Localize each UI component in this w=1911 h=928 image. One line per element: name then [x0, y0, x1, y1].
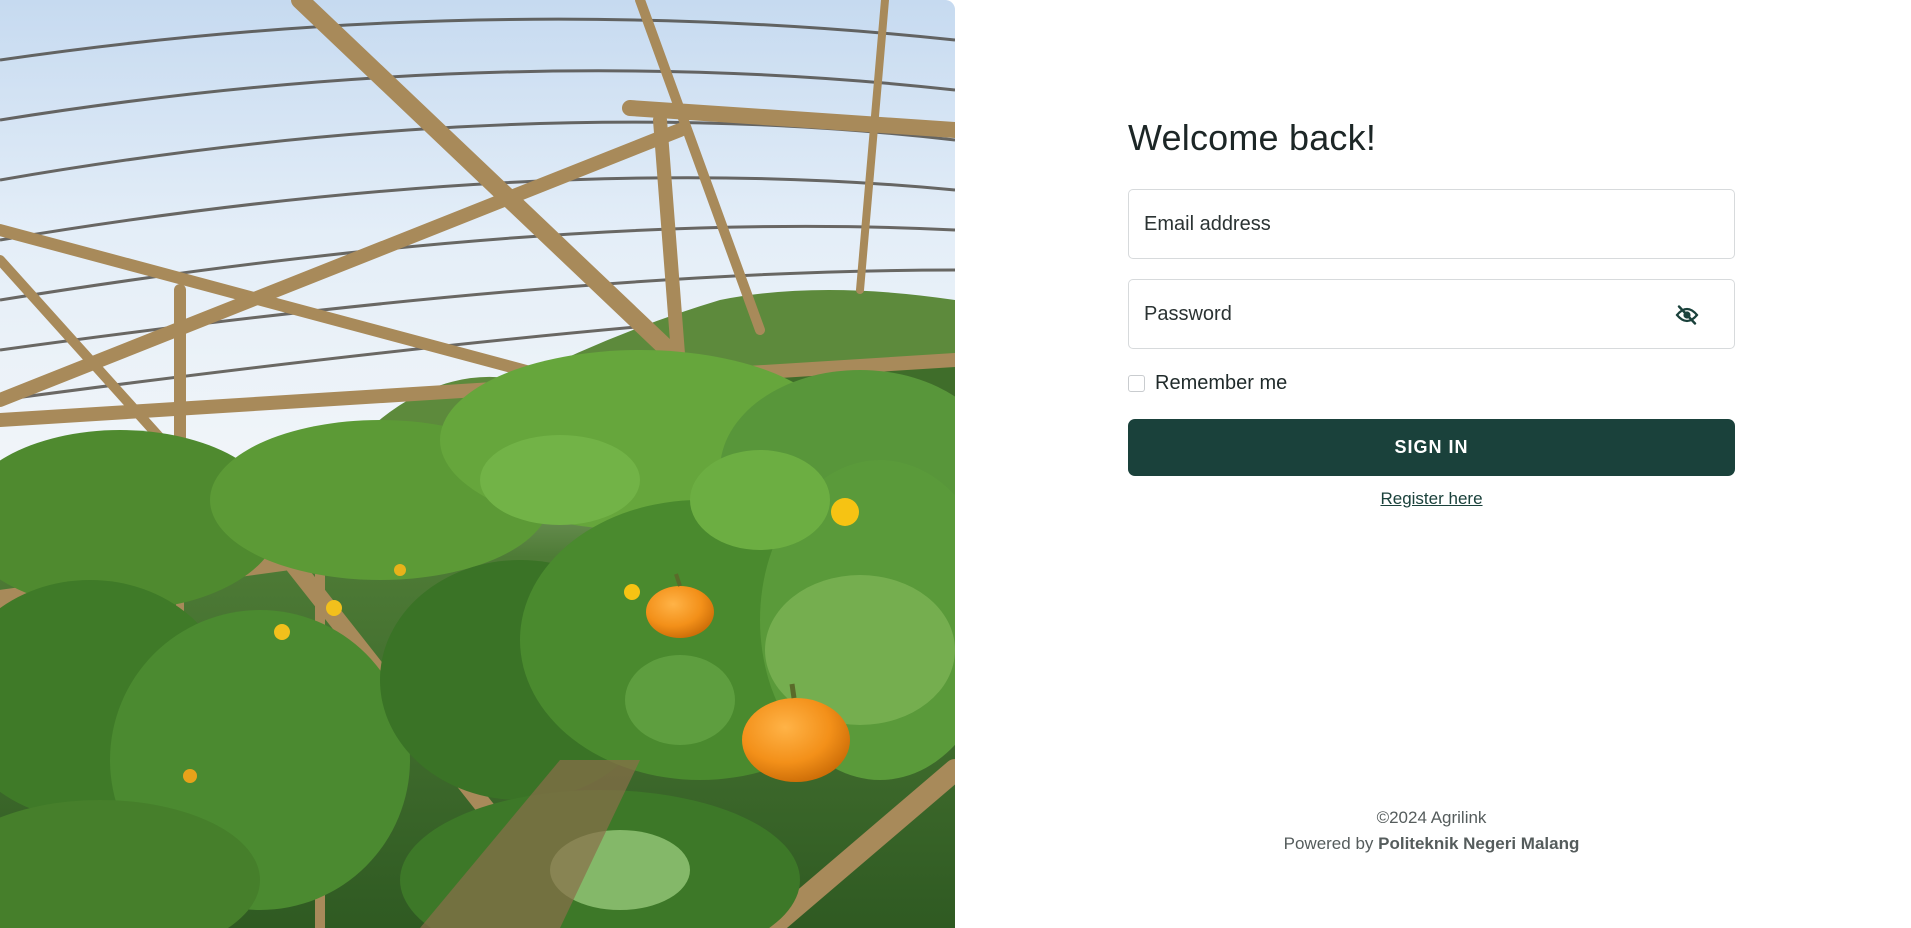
register-link[interactable]: Register here [1128, 489, 1735, 509]
email-field-container [1128, 189, 1735, 259]
email-field[interactable] [1129, 190, 1734, 258]
login-panel: Welcome back! Remember me SIGN IN [955, 0, 1911, 928]
remember-me-checkbox[interactable] [1128, 374, 1145, 392]
login-page: Welcome back! Remember me SIGN IN [0, 0, 1911, 928]
greenhouse-illustration [0, 0, 955, 928]
remember-me-label[interactable]: Remember me [1155, 372, 1287, 395]
eye-off-icon[interactable] [1675, 304, 1699, 326]
powered-by-prefix: Powered by [1283, 834, 1379, 853]
copyright-text: ©2024 Agrilink [1376, 808, 1487, 827]
login-form: Welcome back! Remember me SIGN IN [1128, 118, 1735, 509]
hero-image [0, 0, 955, 928]
password-field[interactable] [1129, 280, 1734, 348]
password-field-container [1128, 279, 1735, 349]
powered-by-name: Politeknik Negeri Malang [1378, 834, 1580, 853]
page-title: Welcome back! [1128, 117, 1377, 158]
remember-me-row: Remember me [1128, 371, 1735, 395]
powered-by-line: Powered by Politeknik Negeri Malang [1128, 831, 1735, 857]
footer: ©2024 Agrilink Powered by Politeknik Neg… [1128, 805, 1735, 857]
sign-in-button[interactable]: SIGN IN [1128, 419, 1735, 476]
